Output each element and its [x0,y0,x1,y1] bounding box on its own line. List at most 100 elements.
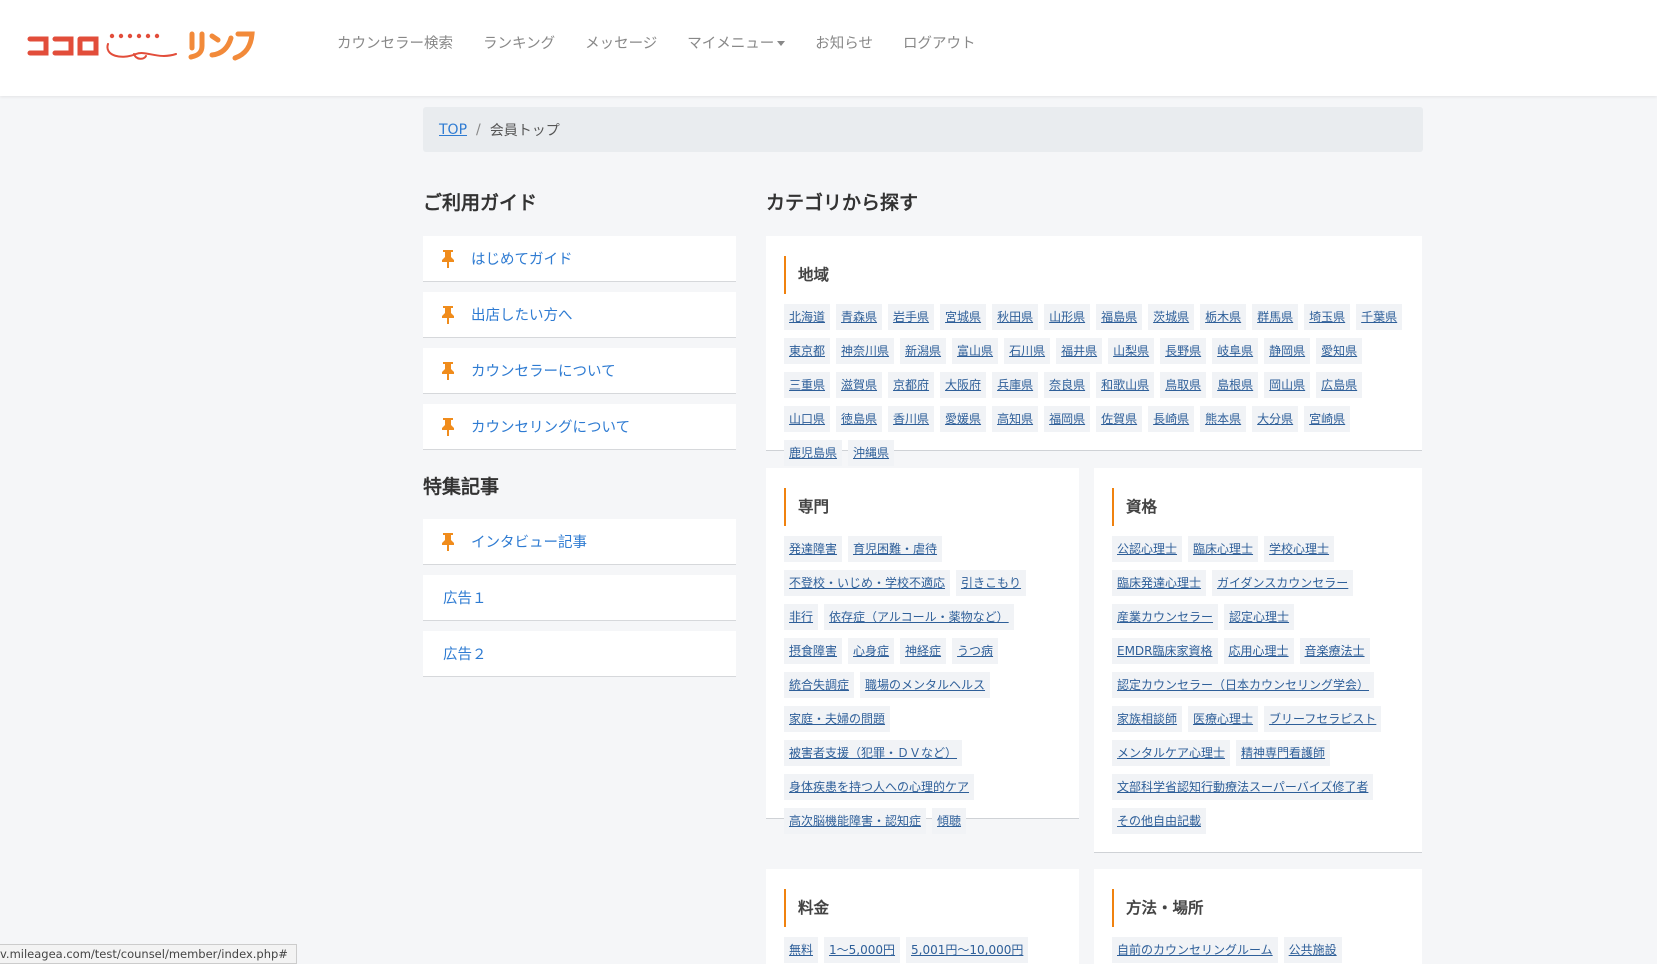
category-tag[interactable]: 公共施設 [1283,937,1342,963]
category-tag[interactable]: ガイダンスカウンセラー [1212,570,1354,596]
category-tag[interactable]: 茨城県 [1148,304,1195,330]
category-tag[interactable]: 職場のメンタルヘルス [860,672,991,698]
guide-item-first-guide[interactable]: はじめてガイド [423,236,736,282]
category-tag[interactable]: 認定心理士 [1224,604,1295,630]
category-tag[interactable]: ブリーフセラピスト [1264,706,1382,732]
category-tag[interactable]: 山梨県 [1108,338,1155,364]
category-tag[interactable]: 統合失調症 [784,672,855,698]
category-tag[interactable]: 身体疾患を持つ人への心理的ケア [784,774,975,800]
category-tag[interactable]: 愛知県 [1316,338,1363,364]
category-tag[interactable]: 青森県 [836,304,883,330]
category-tag[interactable]: 臨床発達心理士 [1112,570,1207,596]
category-tag[interactable]: 大阪府 [940,372,987,398]
category-tag[interactable]: 福岡県 [1044,406,1091,432]
category-tag[interactable]: 無料 [784,937,819,963]
category-tag[interactable]: 和歌山県 [1096,372,1155,398]
category-tag[interactable]: 医療心理士 [1188,706,1259,732]
category-tag[interactable]: 長崎県 [1148,406,1195,432]
category-tag[interactable]: 京都府 [888,372,935,398]
category-tag[interactable]: 岐阜県 [1212,338,1259,364]
category-tag[interactable]: 群馬県 [1252,304,1299,330]
category-tag[interactable]: 宮崎県 [1304,406,1351,432]
category-tag[interactable]: 佐賀県 [1096,406,1143,432]
category-tag[interactable]: 岡山県 [1264,372,1311,398]
nav-messages[interactable]: メッセージ [585,34,657,54]
category-tag[interactable]: 自前のカウンセリングルーム [1112,937,1278,963]
category-tag[interactable]: 千葉県 [1356,304,1403,330]
category-tag[interactable]: 石川県 [1004,338,1051,364]
category-tag[interactable]: 依存症（アルコール・薬物など） [824,604,1014,630]
category-tag[interactable]: 音楽療法士 [1299,638,1370,664]
category-tag[interactable]: 応用心理士 [1223,638,1294,664]
feature-item-interviews[interactable]: インタビュー記事 [423,519,736,565]
category-tag[interactable]: 非行 [784,604,819,630]
category-tag[interactable]: 島根県 [1212,372,1259,398]
nav-counselor-search[interactable]: カウンセラー検索 [337,34,453,54]
category-tag[interactable]: 文部科学省認知行動療法スーパーバイズ修了者 [1112,774,1374,800]
category-tag[interactable]: 傾聴 [932,808,967,834]
category-tag[interactable]: 被害者支援（犯罪・ＤＶなど） [784,740,963,766]
category-tag[interactable]: 精神専門看護師 [1236,740,1331,766]
category-tag[interactable]: 神経症 [900,638,947,664]
category-tag[interactable]: 静岡県 [1264,338,1311,364]
nav-ranking[interactable]: ランキング [483,34,555,54]
category-tag[interactable]: 山口県 [784,406,831,432]
category-tag[interactable]: 三重県 [784,372,831,398]
category-tag[interactable]: 1〜5,000円 [824,937,901,963]
category-tag[interactable]: 栃木県 [1200,304,1247,330]
category-tag[interactable]: 引きこもり [956,570,1027,596]
category-tag[interactable]: 福井県 [1056,338,1103,364]
site-logo[interactable] [26,24,256,64]
category-tag[interactable]: 徳島県 [836,406,883,432]
category-tag[interactable]: 家庭・夫婦の問題 [784,706,891,732]
category-tag[interactable]: 摂食障害 [784,638,843,664]
category-tag[interactable]: 高知県 [992,406,1039,432]
category-tag[interactable]: 認定カウンセラー（日本カウンセリング学会） [1112,672,1375,698]
category-tag[interactable]: 岩手県 [888,304,935,330]
nav-logout[interactable]: ログアウト [903,34,976,54]
category-tag[interactable]: 広島県 [1316,372,1363,398]
category-tag[interactable]: 埼玉県 [1304,304,1351,330]
category-tag[interactable]: 秋田県 [992,304,1039,330]
category-tag[interactable]: 鳥取県 [1160,372,1207,398]
category-tag[interactable]: 愛媛県 [940,406,987,432]
guide-item-open-shop[interactable]: 出店したい方へ [423,292,736,338]
category-tag[interactable]: 沖縄県 [848,440,895,466]
category-tag[interactable]: その他自由記載 [1112,808,1207,834]
category-tag[interactable]: 不登校・いじめ・学校不適応 [784,570,951,596]
category-tag[interactable]: 長野県 [1160,338,1207,364]
category-tag[interactable]: 大分県 [1252,406,1299,432]
breadcrumb-home-link[interactable]: TOP [439,122,467,138]
category-tag[interactable]: 家族相談師 [1112,706,1183,732]
category-tag[interactable]: 学校心理士 [1264,536,1335,562]
category-tag[interactable]: 心身症 [848,638,895,664]
category-tag[interactable]: うつ病 [952,638,999,664]
category-tag[interactable]: メンタルケア心理士 [1112,740,1231,766]
category-tag[interactable]: 熊本県 [1200,406,1247,432]
nav-my-menu[interactable]: マイメニュー [687,34,786,54]
category-tag[interactable]: 高次脳機能障害・認知症 [784,808,927,834]
category-tag[interactable]: 産業カウンセラー [1112,604,1219,630]
category-tag[interactable]: 東京都 [784,338,831,364]
nav-notices[interactable]: お知らせ [815,34,873,54]
category-tag[interactable]: EMDR臨床家資格 [1112,638,1218,664]
category-tag[interactable]: 臨床心理士 [1188,536,1259,562]
guide-item-about-counseling[interactable]: カウンセリングについて [423,404,736,450]
guide-item-about-counselors[interactable]: カウンセラーについて [423,348,736,394]
category-tag[interactable]: 公認心理士 [1112,536,1183,562]
category-tag[interactable]: 兵庫県 [992,372,1039,398]
category-tag[interactable]: 育児困難・虐待 [848,536,943,562]
feature-item-ad-1[interactable]: 広告１ [423,575,736,621]
category-tag[interactable]: 山形県 [1044,304,1091,330]
category-tag[interactable]: 5,001円〜10,000円 [906,937,1029,963]
category-tag[interactable]: 福島県 [1096,304,1143,330]
category-tag[interactable]: 北海道 [784,304,831,330]
category-tag[interactable]: 鹿児島県 [784,440,843,466]
category-tag[interactable]: 神奈川県 [836,338,895,364]
feature-item-ad-2[interactable]: 広告２ [423,631,736,677]
category-tag[interactable]: 香川県 [888,406,935,432]
category-tag[interactable]: 富山県 [952,338,999,364]
category-tag[interactable]: 宮城県 [940,304,987,330]
category-tag[interactable]: 新潟県 [900,338,947,364]
category-tag[interactable]: 発達障害 [784,536,843,562]
